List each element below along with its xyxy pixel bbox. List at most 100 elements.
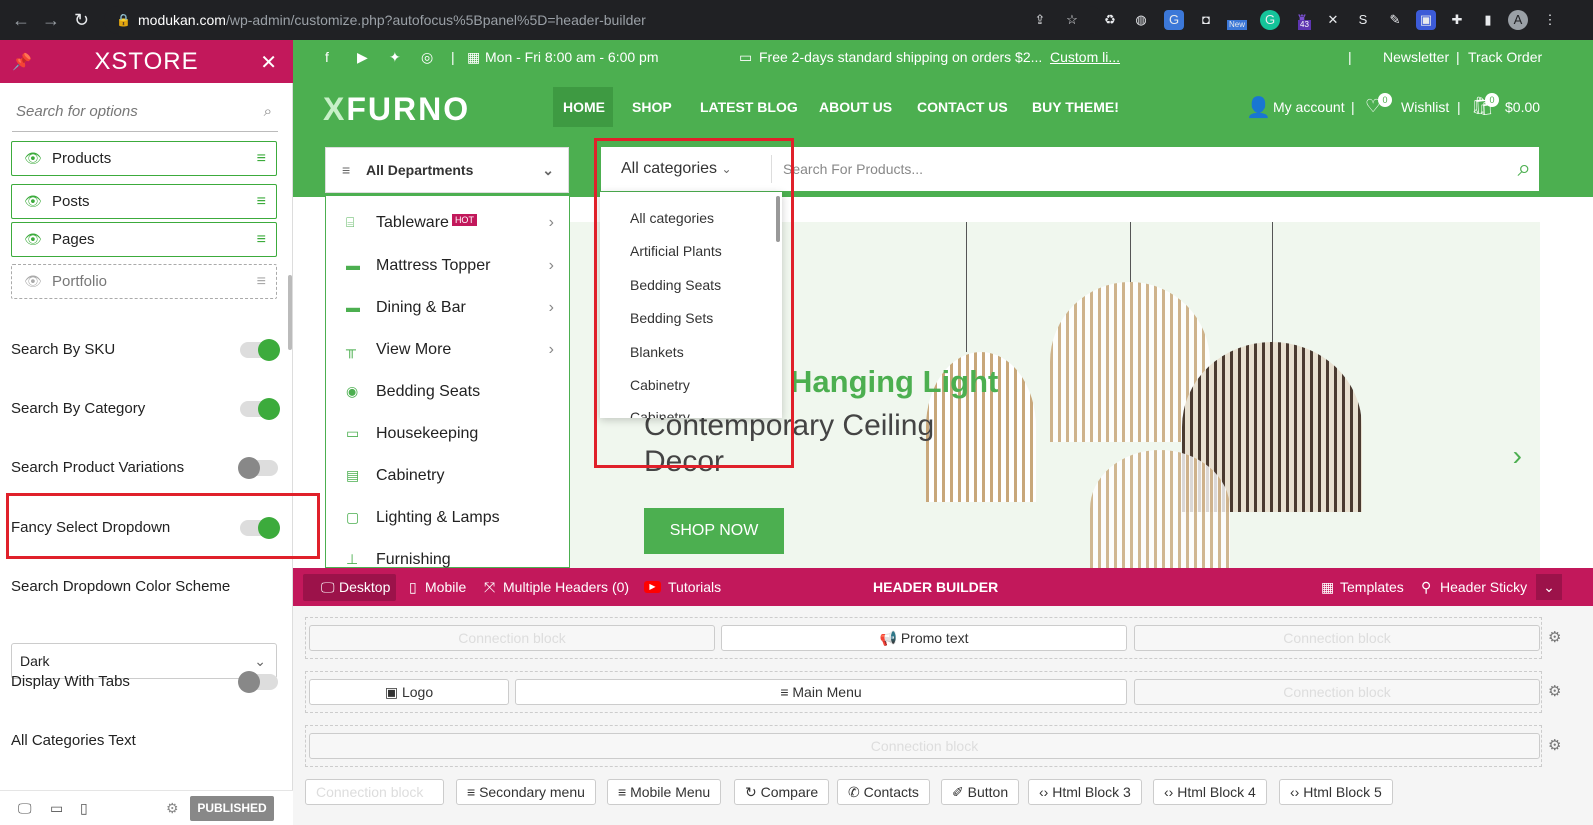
search-by-category-toggle[interactable] (240, 398, 280, 420)
search-icon[interactable]: ⌕ (1518, 155, 1531, 183)
hat-extension-icon[interactable]: ♜43 (1292, 10, 1312, 30)
chip-html-block-4[interactable]: ‹› Html Block 4 (1153, 779, 1267, 805)
chip-html-block-3[interactable]: ‹› Html Block 3 (1028, 779, 1142, 805)
dept-item-cabinetry[interactable]: ▤ Cabinetry (346, 467, 566, 485)
wishlist-link[interactable]: Wishlist (1401, 99, 1449, 115)
templates-button[interactable]: Templates (1340, 579, 1404, 595)
drag-handle-icon[interactable]: ≡ (257, 142, 266, 175)
gear-icon[interactable]: ⚙ (166, 800, 179, 817)
eye-icon[interactable]: 👁 (24, 185, 42, 218)
dept-item-view-more[interactable]: ╥ View More › (346, 341, 566, 359)
eye-icon[interactable]: 👁 (24, 223, 42, 256)
chip-mobile-menu[interactable]: ≡ Mobile Menu (607, 779, 722, 805)
desktop-preview-icon[interactable]: 🖵 (18, 800, 32, 817)
sortable-item-portfolio[interactable]: 👁 Portfolio ≡ (11, 264, 277, 299)
newsletter-link[interactable]: Newsletter (1383, 49, 1449, 65)
chip-compare[interactable]: ↻ Compare (734, 779, 830, 805)
eye-icon[interactable]: 👁 (24, 265, 42, 298)
all-departments-toggle[interactable]: ≡ All Departments ⌄ (325, 147, 569, 193)
cart-total[interactable]: $0.00 (1505, 99, 1540, 115)
site-logo[interactable]: XFURNO (323, 91, 470, 128)
instagram-icon[interactable]: ◎ (421, 49, 433, 66)
connection-block[interactable]: Connection block (1134, 625, 1540, 651)
options-search-input[interactable]: Search for options ⌕ (12, 92, 278, 132)
sortable-item-products[interactable]: 👁 Products ≡ (11, 141, 277, 176)
tablet-preview-icon[interactable]: ▭ (50, 800, 63, 817)
drag-handle-icon[interactable]: ≡ (257, 223, 266, 256)
tab-mobile[interactable]: Mobile (425, 579, 466, 595)
close-icon[interactable]: ✕ (260, 50, 277, 75)
connection-block[interactable]: Connection block (309, 625, 715, 651)
logo-slot[interactable]: ▣ Logo (309, 679, 509, 705)
menu-about-us[interactable]: ABOUT US (819, 99, 892, 115)
forward-icon[interactable]: → (42, 10, 60, 31)
menu-contact-us[interactable]: CONTACT US (917, 99, 1008, 115)
mobile-preview-icon[interactable]: ▯ (80, 800, 88, 817)
header-sticky-button[interactable]: Header Sticky (1440, 579, 1527, 595)
multiple-headers-button[interactable]: Multiple Headers (0) (503, 579, 629, 595)
share-icon[interactable]: ⇪ (1030, 10, 1050, 30)
sortable-item-pages[interactable]: 👁 Pages ≡ (11, 222, 277, 257)
search-input[interactable]: Search For Products... (783, 147, 923, 191)
new-extension-icon[interactable]: New (1227, 10, 1249, 30)
search-variations-toggle[interactable] (238, 457, 278, 479)
s-extension-icon[interactable]: S (1353, 10, 1373, 30)
publish-button[interactable]: PUBLISHED (190, 796, 274, 821)
menu-shop[interactable]: SHOP (632, 99, 672, 115)
chevron-down-icon[interactable]: ⌄ (1536, 574, 1562, 600)
facebook-icon[interactable]: f (325, 49, 329, 65)
menu-kebab-icon[interactable]: ⋮ (1540, 10, 1560, 30)
profile-avatar[interactable]: A (1508, 10, 1528, 30)
sortable-item-posts[interactable]: 👁 Posts ≡ (11, 184, 277, 219)
connection-block[interactable]: Connection block (1134, 679, 1540, 705)
my-account-link[interactable]: My account (1273, 99, 1345, 115)
dept-item-lighting[interactable]: ▢ Lighting & Lamps (346, 509, 566, 527)
tab-desktop[interactable]: Desktop (339, 579, 390, 595)
chip-button[interactable]: ✐ Button (941, 779, 1020, 805)
globe-icon[interactable]: ◍ (1131, 10, 1151, 30)
gear-icon[interactable]: ⚙ (1548, 628, 1561, 646)
reload-icon[interactable]: ↻ (74, 10, 89, 31)
promo-text-slot[interactable]: 📢 Promo text (721, 625, 1127, 651)
main-menu-slot[interactable]: ≡ Main Menu (515, 679, 1127, 705)
record-icon[interactable]: ▣ (1416, 10, 1436, 30)
sidebar-scrollbar[interactable] (288, 275, 292, 350)
dept-item-tableware[interactable]: ⌸ Tableware HOT › (346, 214, 566, 232)
chip-html-block-5[interactable]: ‹› Html Block 5 (1279, 779, 1393, 805)
dept-item-bedding-seats[interactable]: ◉ Bedding Seats (346, 383, 566, 401)
dept-item-dining[interactable]: ▬ Dining & Bar › (346, 299, 566, 317)
camera-icon[interactable]: ◘ (1196, 10, 1216, 30)
chevron-right-icon[interactable]: › (1513, 440, 1522, 472)
grammarly-icon[interactable]: G (1260, 10, 1280, 30)
connection-block[interactable]: Connection block (309, 733, 1540, 759)
chip-contacts[interactable]: ✆ Contacts (837, 779, 930, 805)
gear-icon[interactable]: ⚙ (1548, 736, 1561, 754)
gear-icon[interactable]: ⚙ (1548, 682, 1561, 700)
puzzle-icon[interactable]: ✚ (1447, 10, 1467, 30)
star-icon[interactable]: ☆ (1062, 10, 1082, 30)
menu-buy-theme[interactable]: BUY THEME! (1032, 99, 1119, 115)
search-icon[interactable]: ⌕ (264, 92, 272, 132)
user-icon[interactable]: 👤 (1246, 95, 1271, 120)
drag-handle-icon[interactable]: ≡ (257, 185, 266, 218)
twitter-icon[interactable]: ✦ (389, 49, 401, 66)
dept-item-furnishing[interactable]: ⊥ Furnishing (346, 551, 566, 569)
back-icon[interactable]: ← (12, 10, 30, 31)
dept-item-housekeeping[interactable]: ▭ Housekeeping (346, 425, 566, 443)
translate-icon[interactable]: G (1164, 10, 1184, 30)
tutorials-button[interactable]: Tutorials (668, 579, 721, 595)
track-order-link[interactable]: Track Order (1468, 49, 1542, 65)
chip-secondary-menu[interactable]: ≡ Secondary menu (456, 779, 596, 805)
display-tabs-toggle[interactable] (238, 671, 278, 693)
menu-home[interactable]: HOME (563, 99, 605, 115)
youtube-icon[interactable]: ▶ (357, 49, 368, 66)
pen-icon[interactable]: ✎ (1385, 10, 1405, 30)
custom-link[interactable]: Custom li... (1050, 49, 1120, 65)
eye-icon[interactable]: 👁 (24, 142, 42, 175)
menu-latest-blog[interactable]: LATEST BLOG (700, 99, 798, 115)
search-by-sku-toggle[interactable] (240, 339, 280, 361)
chip-connection-block[interactable]: Connection block (305, 779, 444, 805)
drag-handle-icon[interactable]: ≡ (257, 265, 266, 298)
address-bar[interactable]: 🔒 modukan.com/wp-admin/customize.php?aut… (104, 6, 1104, 34)
recycle-icon[interactable]: ♻ (1100, 10, 1120, 30)
